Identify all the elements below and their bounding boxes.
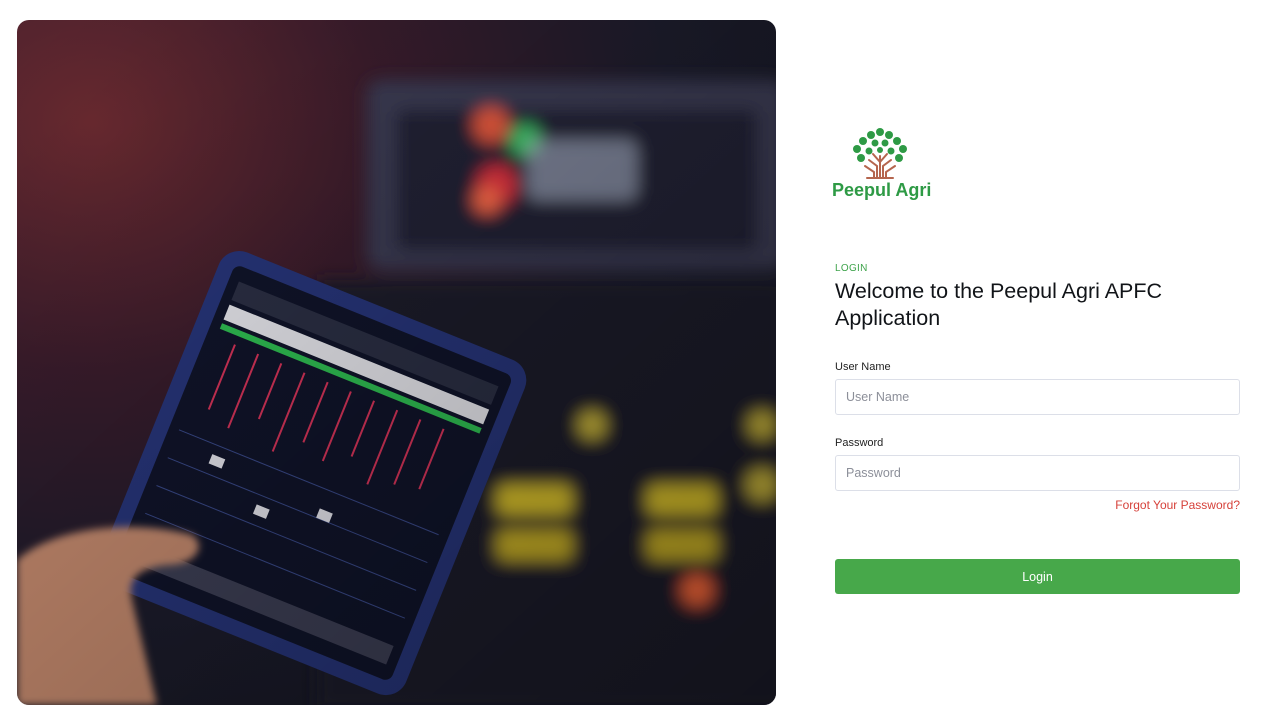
hero-image — [17, 20, 776, 705]
password-input[interactable] — [835, 455, 1240, 491]
page-title: Welcome to the Peepul Agri APFC Applicat… — [835, 279, 1163, 330]
peepul-tree-icon — [853, 128, 907, 179]
username-input[interactable] — [835, 379, 1240, 415]
brand-name: Peepul Agri — [832, 180, 932, 200]
brand-logo: Peepul Agri — [831, 126, 935, 204]
forgot-password-link[interactable]: Forgot Your Password? — [1115, 498, 1240, 512]
login-button[interactable]: Login — [835, 559, 1240, 594]
username-label: User Name — [835, 361, 891, 373]
password-label: Password — [835, 437, 884, 449]
login-eyebrow: LOGIN — [835, 263, 868, 274]
login-panel: Peepul Agri LOGIN Welcome to the Peepul … — [832, 0, 1240, 720]
